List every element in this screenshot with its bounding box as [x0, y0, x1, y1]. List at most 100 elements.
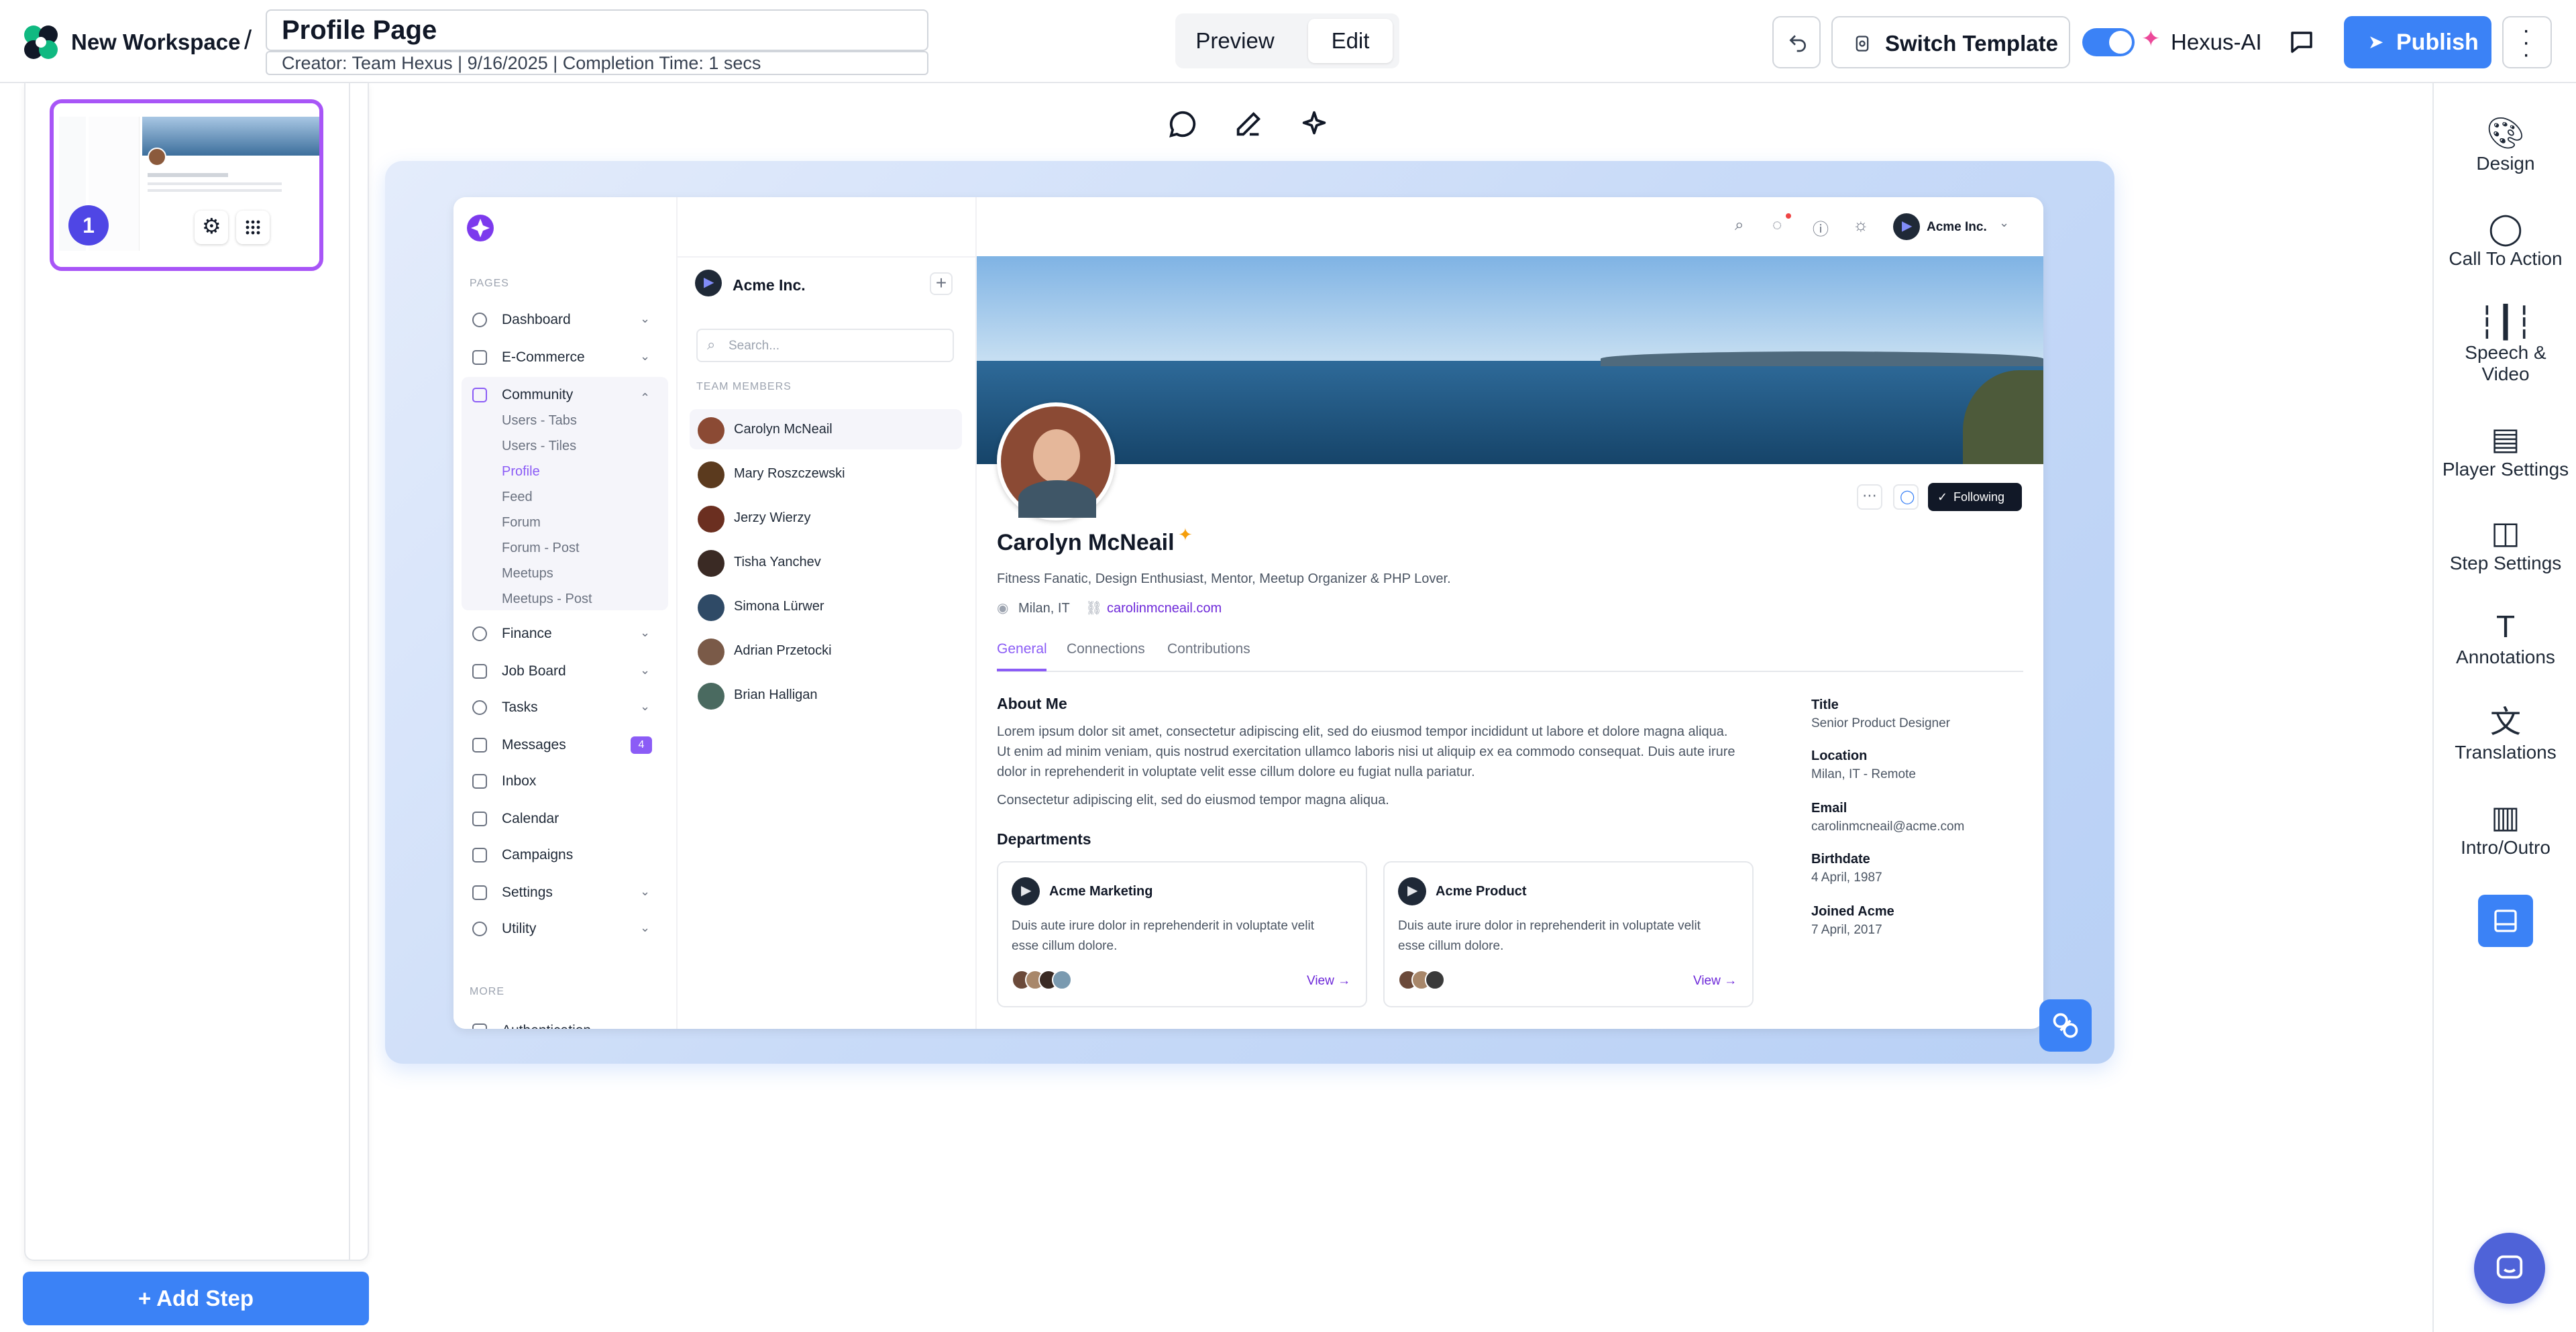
nav-inbox[interactable]: Inbox [453, 765, 675, 798]
member-row[interactable]: Simona Lürwer [690, 586, 962, 626]
hexus-ai-toggle[interactable] [2082, 28, 2135, 56]
add-step-button[interactable]: + Add Step [23, 1272, 369, 1325]
media-panel-button[interactable] [2478, 895, 2533, 947]
chat-bubble-icon: ◯ [2488, 211, 2523, 245]
sliders-icon [472, 885, 487, 900]
view-department-link[interactable]: View → [1307, 974, 1350, 989]
nav-ecommerce[interactable]: E-Commerce ⌄ [453, 341, 675, 374]
annotations-tool[interactable]: T Annotations [2434, 606, 2576, 668]
edit-button[interactable]: Edit [1308, 19, 1393, 63]
translations-tool[interactable]: 文 Translations [2434, 702, 2576, 763]
detail-label: Joined Acme [1811, 904, 1894, 919]
publish-label: Publish [2396, 30, 2479, 55]
nav-tasks[interactable]: Tasks ⌄ [453, 691, 675, 724]
step-settings-button[interactable]: ⚙ [195, 211, 228, 244]
nav-authentication[interactable]: Authentication [453, 1014, 675, 1029]
speech-video-tool[interactable]: ┆┃┆ Speech & Video [2434, 302, 2576, 385]
comment-tool-icon[interactable] [1167, 109, 1198, 140]
nav-sub-feed[interactable]: Feed [502, 484, 533, 510]
clock-icon [472, 313, 487, 327]
member-row[interactable]: Jerzy Wierzy [690, 498, 962, 538]
publish-button[interactable]: ➤ Publish [2344, 16, 2491, 68]
nav-sub-forum-post[interactable]: Forum - Post [502, 535, 580, 561]
translate-icon: 文 [2490, 704, 2521, 739]
department-card[interactable]: ▶ Acme Marketing Duis aute irure dolor i… [997, 861, 1367, 1007]
hexus-logo-icon[interactable] [20, 21, 62, 63]
member-row[interactable]: Adrian Przetocki [690, 630, 962, 671]
theme-sun-icon[interactable]: ☼ [1853, 215, 1869, 235]
tasks-icon [472, 700, 487, 715]
player-settings-tool[interactable]: ▤ Player Settings [2434, 419, 2576, 480]
nav-sub-forum[interactable]: Forum [502, 510, 541, 535]
message-icon: ◯ [1900, 490, 1915, 504]
nav-sub-users-tabs[interactable]: Users - Tabs [502, 408, 577, 433]
switch-template-button[interactable]: Switch Template [1831, 16, 2070, 68]
step-settings-tool[interactable]: ◫ Step Settings [2434, 512, 2576, 574]
nav-community[interactable]: Community ⌃ [453, 378, 675, 412]
vertical-dots-icon: · · · [2522, 17, 2530, 67]
page-title-input[interactable]: Profile Page [266, 9, 928, 51]
company-name[interactable]: Acme Inc. [733, 276, 806, 294]
nav-calendar[interactable]: Calendar [453, 802, 675, 836]
profile-website-link[interactable]: carolinmcneail.com [1107, 601, 1222, 616]
nav-sub-users-tiles[interactable]: Users - Tiles [502, 433, 576, 459]
call-to-action-tool[interactable]: ◯ Call To Action [2434, 208, 2576, 270]
more-options-button[interactable]: · · · [2502, 16, 2552, 68]
undo-button[interactable] [1772, 16, 1821, 68]
editor-app: New Workspace / Profile Page Creator: Te… [0, 0, 2576, 1332]
notifications-icon[interactable]: ◌ [1772, 216, 1782, 235]
member-search-input[interactable]: ⌕ Search... [696, 329, 954, 362]
tab-connections[interactable]: Connections [1067, 641, 1145, 657]
profile-more-button[interactable]: ⋯ [1857, 484, 1882, 510]
step-canvas[interactable]: PAGES Dashboard ⌄ E-Commerce ⌄ Community ⌃ … [385, 161, 2114, 1064]
profile-name: Carolyn McNeail [997, 530, 1175, 555]
app-search-icon[interactable]: ⌕ [1735, 216, 1743, 235]
add-member-button[interactable]: + [930, 272, 953, 295]
app-screenshot: PAGES Dashboard ⌄ E-Commerce ⌄ Community ⌃ … [453, 197, 2043, 1029]
tab-contributions[interactable]: Contributions [1167, 641, 1250, 657]
edit-tool-icon[interactable] [1233, 109, 1264, 140]
finance-icon [472, 626, 487, 641]
member-row[interactable]: Tisha Yanchev [690, 542, 962, 582]
intro-outro-tool[interactable]: ▥ Intro/Outro [2434, 797, 2576, 858]
avatar [698, 550, 724, 577]
profile-message-button[interactable]: ◯ [1893, 484, 1919, 510]
department-card[interactable]: ▶ Acme Product Duis aute irure dolor in … [1383, 861, 1754, 1007]
hash-icon [472, 848, 487, 863]
account-avatar[interactable]: ▶ [1893, 213, 1920, 240]
detail-value: 7 April, 2017 [1811, 923, 1882, 937]
breadcrumb-separator: / [244, 25, 252, 55]
panel-scrollbar-track[interactable] [349, 83, 350, 1261]
nav-job-board[interactable]: Job Board ⌄ [453, 655, 675, 688]
hexus-watermark-button[interactable] [2039, 999, 2092, 1052]
step-thumbnail[interactable]: 1 ⚙ [50, 99, 323, 271]
chat-support-button[interactable] [2474, 1233, 2545, 1304]
nav-utility[interactable]: Utility ⌄ [453, 912, 675, 946]
nav-dashboard[interactable]: Dashboard ⌄ [453, 303, 675, 337]
view-department-link[interactable]: View → [1693, 974, 1737, 989]
preview-button[interactable]: Preview [1185, 19, 1285, 63]
nav-sub-meetups-post[interactable]: Meetups - Post [502, 586, 592, 612]
account-name[interactable]: Acme Inc. [1927, 220, 1987, 235]
design-tool[interactable]: 🎨︎ Design [2434, 113, 2576, 174]
workspace-name[interactable]: New Workspace [71, 30, 241, 55]
nav-finance[interactable]: Finance ⌄ [453, 617, 675, 651]
nav-sub-meetups[interactable]: Meetups [502, 561, 553, 586]
comment-icon[interactable] [2288, 28, 2316, 56]
info-icon[interactable]: ⓘ [1813, 216, 1829, 239]
detail-label: Location [1811, 748, 1868, 763]
text-t-icon: T [2496, 609, 2516, 644]
member-row[interactable]: Mary Roszczewski [690, 453, 962, 494]
nav-sub-profile[interactable]: Profile [502, 459, 540, 484]
member-row[interactable]: Brian Halligan [690, 675, 962, 715]
step-grid-button[interactable] [236, 211, 270, 244]
inbox-icon [472, 774, 487, 789]
nav-settings[interactable]: Settings ⌄ [453, 876, 675, 909]
nav-messages[interactable]: Messages 4 [453, 728, 675, 762]
page-meta-field: Creator: Team Hexus | 9/16/2025 | Comple… [266, 51, 928, 75]
following-button[interactable]: ✓ Following [1928, 483, 2022, 511]
nav-campaigns[interactable]: Campaigns [453, 838, 675, 872]
member-row[interactable]: Carolyn McNeail [690, 409, 962, 449]
ai-sparkle-tool-icon[interactable] [1299, 109, 1330, 140]
tab-general[interactable]: General [997, 641, 1047, 657]
